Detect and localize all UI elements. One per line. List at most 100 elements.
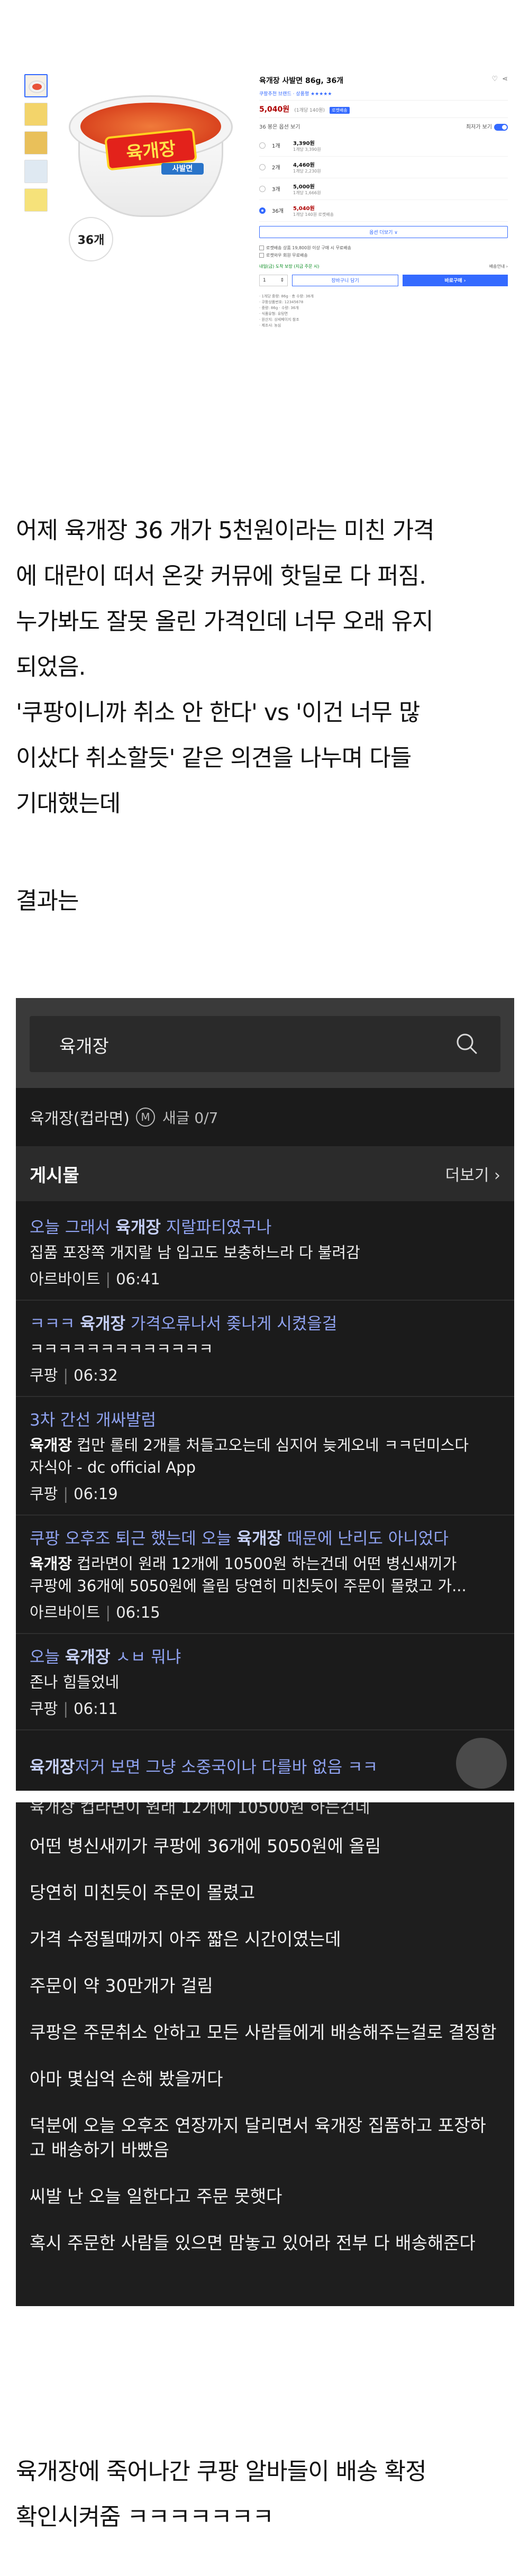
title-text: 3차 간선 개싸발럼 bbox=[30, 1411, 157, 1430]
section-title: 게시물 bbox=[30, 1165, 79, 1186]
thumbnail-3[interactable] bbox=[24, 131, 48, 155]
search-result-post[interactable]: 오늘 그래서 육개장 지랄파티였구나집품 포장쪽 개지랄 남 입고도 보충하느라… bbox=[16, 1204, 514, 1301]
more-options-button[interactable]: 옵션 더보기 ∨ bbox=[259, 225, 508, 238]
lowest-price-label: 최저가 보기 bbox=[466, 124, 492, 130]
stepper-arrows-icon[interactable]: ⇕ bbox=[280, 278, 284, 283]
preview-text: ㅋㅋㅋㅋㅋㅋㅋㅋㅋㅋㅋㅋㅋ bbox=[30, 1340, 213, 1358]
heart-icon[interactable]: ♡ bbox=[491, 75, 498, 86]
preview-text: 집품 포장쪽 개지랄 남 입고도 보충하느라 다 불려감 bbox=[30, 1244, 360, 1262]
search-result-post[interactable]: 쿠팡 오후조 퇴근 했는데 오늘 육개장 때문에 난리도 아니었다 육개장 컵라면… bbox=[16, 1516, 514, 1634]
product-rating[interactable]: 쿠팡추천 브랜드 · 상품평 ★★★★★ bbox=[259, 90, 508, 97]
search-result-post[interactable]: 3차 간선 개싸발럼 육개장 컵만 롤테 2개를 처들고오는데 심지어 늦게오네 … bbox=[16, 1397, 514, 1516]
radio-icon[interactable] bbox=[259, 164, 266, 170]
more-link[interactable]: 더보기 › bbox=[445, 1162, 500, 1185]
title-text: 지랄파티였구나 bbox=[160, 1218, 272, 1237]
post-list: 오늘 그래서 육개장 지랄파티였구나집품 포장쪽 개지랄 남 입고도 보충하느라… bbox=[16, 1204, 514, 1730]
thumbnail-1[interactable] bbox=[24, 74, 48, 97]
checkbox-icon[interactable] bbox=[259, 245, 264, 250]
radio-icon[interactable] bbox=[259, 185, 266, 192]
post-title[interactable]: 오늘 육개장 ㅅㅂ 뭐냐 bbox=[30, 1646, 500, 1669]
title-text: 때문에 난리도 아니었다 bbox=[282, 1529, 449, 1548]
intro-paragraph: 어제 육개장 36 개가 5천원이라는 미친 가격 에 대란이 떠서 온갖 커뮤에… bbox=[16, 508, 513, 827]
quantity-stepper[interactable]: 1 ⇕ bbox=[259, 274, 288, 286]
content-line: 씨발 난 오늘 일한다고 주문 못햇다 bbox=[30, 2186, 282, 2207]
option-row[interactable]: 3개 5,000원 1개당 1,666원 bbox=[259, 178, 508, 200]
option-row[interactable]: 1개 3,390원 1개당 3,390원 bbox=[259, 135, 508, 157]
preview-line-1: 집품 포장쪽 개지랄 남 입고도 보충하느라 다 불려감 bbox=[30, 1241, 500, 1264]
product-info: 육개장 사발면 86g, 36개 ♡ ⋖ 쿠팡추천 브랜드 · 상품평 ★★★★… bbox=[259, 75, 508, 329]
option-price-block: 3,390원 1개당 3,390원 bbox=[293, 139, 321, 152]
title-keyword: 육개장 bbox=[80, 1314, 125, 1334]
checkbox-icon[interactable] bbox=[259, 252, 264, 258]
preview-line-2: 자식아 - dc official App bbox=[30, 1458, 196, 1476]
search-result-post[interactable]: ㅋㅋㅋ 육개장 가격오류나서 좆나게 시켰을걸 ㅋㅋㅋㅋㅋㅋㅋㅋㅋㅋㅋㅋㅋ 쿠팡 | 0… bbox=[16, 1301, 514, 1397]
add-to-cart-button[interactable]: 장바구니 담기 bbox=[292, 274, 398, 286]
search-header: 육개장 bbox=[16, 998, 514, 1088]
search-result-post[interactable]: 오늘 육개장 ㅅㅂ 뭐냐 존나 힘들었네 쿠팡 | 06:11 bbox=[16, 1634, 514, 1730]
footer-paragraph: 육개장에 죽어나간 쿠팡 알바들이 배송 확정 확인시켜줌 ㅋㅋㅋㅋㅋㅋㅋ bbox=[16, 2449, 513, 2540]
product-title: 육개장 사발면 86g, 36개 bbox=[259, 77, 344, 85]
share-icon[interactable]: ⋖ bbox=[502, 75, 508, 86]
meta-divider: | bbox=[63, 1700, 69, 1718]
post-title[interactable]: ㅋㅋㅋ 육개장 가격오류나서 좆나게 시켰을걸 bbox=[30, 1312, 500, 1336]
post-author: 쿠팡 bbox=[30, 1700, 58, 1718]
post-meta: 아르바이트 | 06:15 bbox=[30, 1600, 500, 1622]
title-text: ㅅㅂ 뭐냐 bbox=[110, 1648, 181, 1667]
option-price: 3,390원 bbox=[293, 140, 315, 147]
post-preview: 존나 힘들었네 bbox=[30, 1671, 500, 1693]
option-name: 36개 bbox=[272, 208, 284, 214]
post-author: 아르바이트 bbox=[30, 1270, 101, 1288]
intro-line: 누가봐도 잘못 올린 가격인데 너무 오래 유지 bbox=[16, 608, 434, 635]
post-title-partial[interactable]: 육개장저거 보면 그냥 소중국이나 다를바 없음 ㅋㅋ bbox=[30, 1754, 378, 1777]
intro-line: 이샀다 취소할듯' 같은 의견을 나누며 다들 bbox=[16, 745, 412, 772]
delivery-info-link[interactable]: 배송안내 › bbox=[489, 264, 508, 269]
post-meta: 쿠팡 | 06:11 bbox=[30, 1697, 500, 1719]
product-price: 5,040원 bbox=[259, 105, 290, 114]
gallery-result[interactable]: 육개장(컵라면) M 새글 0/7 bbox=[16, 1099, 514, 1136]
unit-price: (1개당 140원) bbox=[294, 108, 325, 113]
option-price: 5,040원 bbox=[293, 205, 315, 212]
option-price-block: 5,000원 1개당 1,666원 bbox=[293, 182, 321, 196]
thumbnail-2[interactable] bbox=[24, 103, 48, 126]
result-paragraph: 결과는 bbox=[16, 878, 513, 924]
post-author: 쿠팡 bbox=[30, 1485, 58, 1503]
search-input[interactable]: 육개장 bbox=[30, 1016, 500, 1072]
thumbnail-4[interactable] bbox=[24, 160, 48, 183]
radio-icon[interactable] bbox=[259, 207, 266, 214]
lowest-price-toggle[interactable] bbox=[494, 123, 508, 131]
post-meta: 아르바이트 | 06:41 bbox=[30, 1267, 500, 1289]
preview-keyword: 육개장 bbox=[30, 1436, 72, 1454]
options-header: 36 봉은 옵션 보기 bbox=[259, 124, 300, 130]
option-unit-price: 1개당 140원 로켓배송 bbox=[293, 212, 334, 217]
post-content-screenshot: 육개장 컵라면이 원래 12개에 10500원 하는건데 어떤 병신새끼가 쿠팡… bbox=[16, 1802, 514, 2306]
product-image: 육개장 사발면 36개 bbox=[63, 74, 238, 261]
option-unit-price: 1개당 3,390원 bbox=[293, 147, 321, 152]
content-line: 덕분에 오늘 오후조 연장까지 달리면서 육개장 집품하고 포장하고 배송하기 … bbox=[30, 2115, 486, 2160]
option-name: 3개 bbox=[272, 187, 280, 193]
meta-divider: | bbox=[105, 1270, 111, 1288]
post-title[interactable]: 오늘 그래서 육개장 지랄파티였구나 bbox=[30, 1216, 500, 1239]
product-screenshot: 육개장 사발면 36개 육개장 사발면 86g, 36개 ♡ ⋖ 쿠팡추천 브랜… bbox=[16, 64, 513, 402]
thumbnail-5[interactable] bbox=[24, 188, 48, 212]
intro-line: '쿠팡이니까 취소 안 한다' vs '이건 너무 많 bbox=[16, 699, 420, 726]
title-keyword: 육개장 bbox=[236, 1529, 282, 1548]
preview-text: 존나 힘들었네 bbox=[30, 1673, 120, 1691]
option-price: 5,000원 bbox=[293, 184, 315, 190]
spec-item: · 식품유형: 유탕면 bbox=[259, 311, 288, 316]
post-title[interactable]: 3차 간선 개싸발럼 bbox=[30, 1409, 500, 1432]
buy-now-button[interactable]: 바로구매 › bbox=[403, 274, 508, 286]
scroll-top-button[interactable] bbox=[456, 1738, 507, 1789]
radio-icon[interactable] bbox=[259, 142, 266, 149]
chevron-right-icon: › bbox=[494, 1166, 500, 1185]
option-price: 4,460원 bbox=[293, 162, 315, 168]
option-row[interactable]: 2개 4,460원 1개당 2,230원 bbox=[259, 157, 508, 178]
preview-line-1: ㅋㅋㅋㅋㅋㅋㅋㅋㅋㅋㅋㅋㅋ bbox=[30, 1338, 500, 1360]
option-row[interactable]: 36개 5,040원 1개당 140원 로켓배송 bbox=[259, 200, 508, 222]
post-time: 06:41 bbox=[116, 1270, 160, 1288]
search-query: 육개장 bbox=[59, 1036, 109, 1057]
search-icon[interactable] bbox=[455, 1032, 478, 1055]
post-title-rest: 저거 보면 그냥 소중국이나 다를바 없음 ㅋㅋ bbox=[75, 1758, 378, 1777]
post-title[interactable]: 쿠팡 오후조 퇴근 했는데 오늘 육개장 때문에 난리도 아니었다 bbox=[30, 1527, 500, 1550]
title-text: 가격오류나서 좆나게 시켰을걸 bbox=[125, 1314, 338, 1334]
post-meta: 쿠팡 | 06:19 bbox=[30, 1482, 500, 1504]
